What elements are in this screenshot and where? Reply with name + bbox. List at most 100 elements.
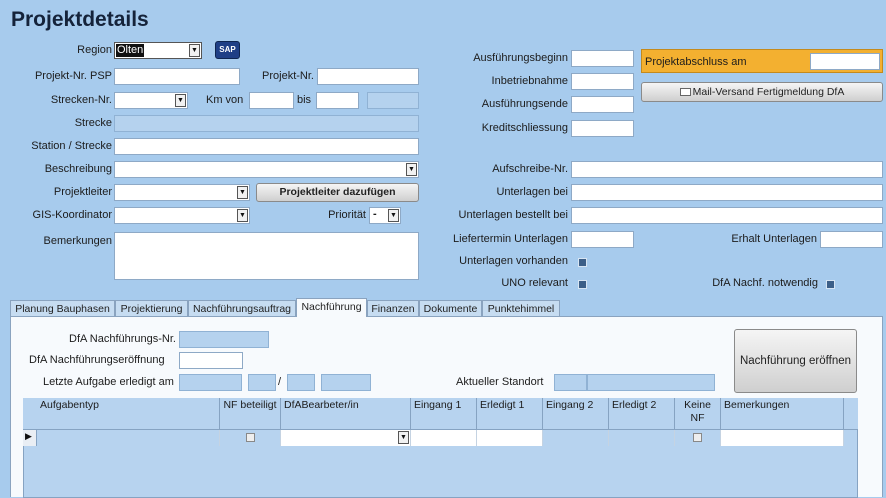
unterlagen-bei-label: Unterlagen bei (496, 186, 568, 198)
column-header-eingang-1: Eingang 1 (411, 398, 477, 429)
projektleiter-add-button[interactable]: Projektleiter dazufügen (256, 183, 419, 202)
strecken-nr-select[interactable]: ▼ (114, 92, 188, 109)
table-row-dfa-bearbeiter-cell[interactable]: ▼ (281, 430, 411, 446)
aufschreibe-field[interactable] (571, 161, 883, 178)
nachfuehrung-eroeffnen-button[interactable]: Nachführung eröffnen (734, 329, 857, 393)
dfa-nachf-label: DfA Nachf. notwendig (712, 277, 818, 289)
column-header-aufgabentyp: Aufgabentyp (37, 398, 220, 429)
dfa-eroeffnung-label: DfA Nachführungseröffnung (29, 354, 165, 366)
chevron-down-icon[interactable]: ▼ (175, 94, 186, 107)
dfa-nr-field (179, 331, 269, 348)
strecke-field (114, 115, 419, 132)
unterlagen-bestellt-label: Unterlagen bestellt bei (458, 209, 568, 221)
strecke-label: Strecke (74, 117, 112, 129)
unterlagen-bei-field[interactable] (571, 184, 883, 201)
unterlagen-bestellt-field[interactable] (571, 207, 883, 224)
column-header-eingang-2: Eingang 2 (543, 398, 609, 429)
ausfuehrungsbeginn-label: Ausführungsbeginn (473, 52, 568, 64)
prioritaet-select[interactable]: - ▼ (369, 207, 401, 224)
projekt-nr-psp-label: Projekt-Nr. PSP (34, 70, 112, 82)
km-total-field (367, 92, 419, 109)
bemerkungen-label: Bemerkungen (43, 235, 113, 247)
prioritaet-label: Priorität (328, 209, 366, 221)
erhalt-field[interactable] (820, 231, 883, 248)
uno-checkbox[interactable] (578, 280, 587, 289)
region-select[interactable]: Olten ▼ (114, 42, 202, 59)
aufschreibe-label: Aufschreibe-Nr. (492, 163, 568, 175)
row-marker-icon: ▶ (25, 431, 32, 441)
mail-icon (679, 88, 691, 97)
region-label: Region (77, 44, 112, 56)
km-bis-field[interactable] (316, 92, 359, 109)
tab-nachfuehrung[interactable]: Nachführung (296, 298, 367, 317)
unterlagen-vorhanden-checkbox[interactable] (578, 258, 587, 267)
mail-versand-button[interactable]: Mail-Versand Fertigmeldung DfA (641, 82, 883, 102)
gis-select[interactable]: ▼ (114, 207, 250, 224)
station-field[interactable] (114, 138, 419, 155)
table-row-aufgabentyp-cell[interactable] (37, 430, 220, 446)
dfa-nachf-checkbox[interactable] (826, 280, 835, 289)
gis-label: GIS-Koordinator (32, 209, 112, 221)
chevron-down-icon[interactable]: ▼ (237, 186, 248, 199)
table-row-keine-nf-cell[interactable] (675, 430, 721, 446)
beschreibung-select[interactable]: ▼ (114, 161, 419, 178)
chevron-down-icon[interactable]: ▼ (237, 209, 248, 222)
projektabschluss-label: Projektabschluss am (645, 56, 747, 68)
projektleiter-select[interactable]: ▼ (114, 184, 250, 201)
projektabschluss-field[interactable] (810, 53, 880, 70)
projekt-nr-label: Projekt-Nr. (262, 70, 314, 82)
inbetriebnahme-label: Inbetriebnahme (491, 75, 568, 87)
liefertermin-field[interactable] (571, 231, 634, 248)
table-row-bemerkungen-cell[interactable] (721, 430, 844, 446)
km-von-label: Km von (206, 94, 244, 106)
column-header-erledigt-2: Erledigt 2 (609, 398, 675, 429)
standort-field-2 (587, 374, 715, 391)
tab-nachfuehrungsauftrag[interactable]: Nachführungsauftrag (188, 300, 296, 317)
nf-beteiligt-checkbox[interactable] (246, 433, 255, 442)
standort-field-1 (554, 374, 587, 391)
region-value: Olten (116, 44, 145, 57)
chevron-down-icon[interactable]: ▼ (398, 431, 409, 444)
liefertermin-label: Liefertermin Unterlagen (453, 233, 568, 245)
table-row-erledigt-2-cell[interactable] (609, 430, 675, 446)
page-title: Projektdetails (11, 8, 149, 31)
projekt-nr-field[interactable] (317, 68, 419, 85)
letzte-aufgabe-date (179, 374, 242, 391)
chevron-down-icon[interactable]: ▼ (189, 44, 200, 57)
mail-versand-label: Mail-Versand Fertigmeldung DfA (692, 86, 845, 98)
erhalt-label: Erhalt Unterlagen (731, 233, 817, 245)
chevron-down-icon[interactable]: ▼ (406, 163, 417, 176)
projektleiter-label: Projektleiter (53, 186, 112, 198)
column-header-nf-beteiligt: NF beteiligt (220, 398, 281, 429)
keine-nf-checkbox[interactable] (693, 433, 702, 442)
bis-label: bis (297, 94, 312, 106)
tab-planung-bauphasen[interactable]: Planung Bauphasen (10, 300, 115, 317)
sap-button[interactable]: SAP (215, 41, 240, 59)
column-header-bemerkungen: Bemerkungen (721, 398, 844, 429)
dfa-eroeffnung-field[interactable] (179, 352, 243, 369)
ausfuehrungsende-label: Ausführungsende (481, 98, 568, 110)
row-selector[interactable]: ▶ (23, 430, 37, 446)
table-row-eingang-1-cell[interactable] (411, 430, 477, 446)
kreditschliessung-label: Kreditschliessung (481, 122, 568, 134)
tab-punktehimmel[interactable]: Punktehimmel (482, 300, 560, 317)
tab-projektierung[interactable]: Projektierung (115, 300, 188, 317)
ausfuehrungsbeginn-field[interactable] (571, 50, 634, 67)
letzte-aufgabe-time (248, 374, 276, 391)
ausfuehrungsende-field[interactable] (571, 96, 634, 113)
chevron-down-icon[interactable]: ▼ (388, 209, 399, 222)
prioritaet-value: - (373, 208, 377, 220)
column-header-erledigt-1: Erledigt 1 (477, 398, 543, 429)
km-von-field[interactable] (249, 92, 294, 109)
table-row-eingang-2-cell[interactable] (543, 430, 609, 446)
station-label: Station / Strecke (31, 140, 112, 152)
projekt-nr-psp-field[interactable] (114, 68, 240, 85)
beschreibung-label: Beschreibung (44, 163, 112, 175)
bemerkungen-textarea[interactable] (114, 232, 419, 280)
tab-dokumente[interactable]: Dokumente (419, 300, 482, 317)
inbetriebnahme-field[interactable] (571, 73, 634, 90)
table-row-erledigt-1-cell[interactable] (477, 430, 543, 446)
table-row-nf-beteiligt-cell[interactable] (220, 430, 281, 446)
tab-finanzen[interactable]: Finanzen (367, 300, 419, 317)
kreditschliessung-field[interactable] (571, 120, 634, 137)
